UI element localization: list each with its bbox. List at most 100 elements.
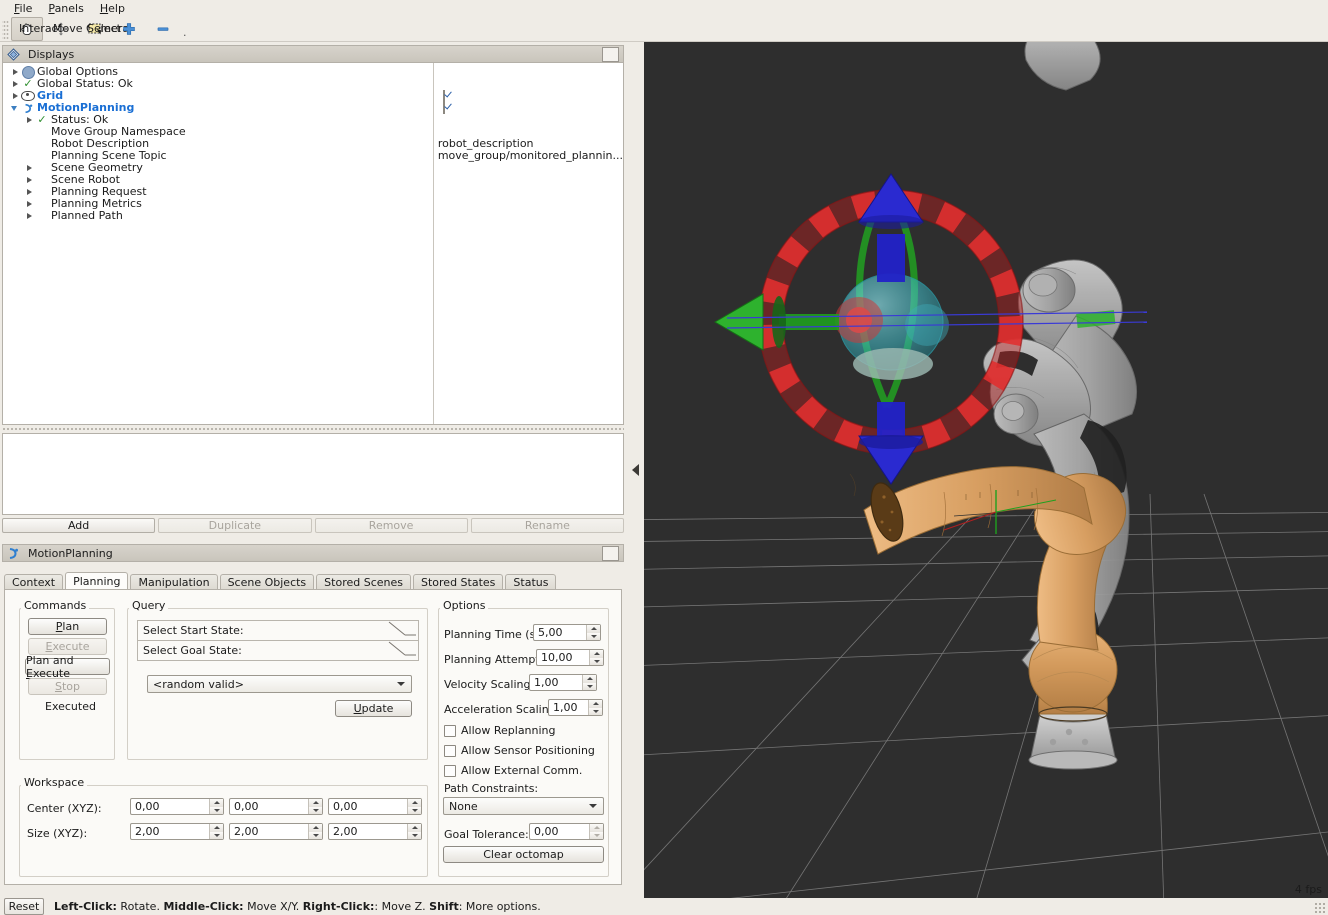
select-start-state-combo[interactable]: Select Start State:	[137, 620, 419, 641]
goal-state-expander-icon	[388, 641, 416, 661]
displays-tree-value	[434, 198, 623, 210]
stop-button[interactable]: Stop	[28, 678, 107, 695]
tree-expander-collapsed-icon[interactable]	[23, 162, 35, 174]
tree-expander-collapsed-icon[interactable]	[23, 174, 35, 186]
planning-attempts-label: Planning Attempts:	[444, 653, 550, 666]
acceleration-scaling-field[interactable]: 1,00	[548, 699, 603, 716]
command-status-label: Executed	[45, 700, 96, 713]
reset-button[interactable]: Reset	[4, 898, 44, 915]
3d-viewport[interactable]: 4 fps	[644, 42, 1328, 898]
planning-attempts-spinner[interactable]	[589, 650, 603, 665]
planning-attempts-field[interactable]: 10,00	[536, 649, 604, 666]
duplicate-display-button[interactable]: Duplicate	[158, 518, 312, 533]
workspace-size-y[interactable]: 2,00	[229, 823, 323, 840]
tree-expander-collapsed-icon[interactable]	[23, 186, 35, 198]
goal-tolerance-field[interactable]: 0,00	[529, 823, 604, 840]
workspace-size-z-spinner[interactable]	[407, 824, 421, 839]
menu-bar: File Panels Help	[0, 0, 1328, 16]
check-icon: ✓	[23, 77, 33, 90]
allow-replanning-row[interactable]: Allow Replanning	[444, 724, 556, 737]
allow-external-comm-row[interactable]: Allow External Comm.	[444, 764, 582, 777]
planning-time-spinner[interactable]	[586, 625, 600, 640]
workspace-size-x-spinner[interactable]	[209, 824, 223, 839]
toolbar-grip[interactable]	[2, 18, 9, 39]
display-enabled-checkbox[interactable]	[434, 90, 623, 102]
velocity-scaling-value: 1,00	[534, 676, 559, 689]
remove-display-button[interactable]: Remove	[314, 518, 468, 533]
toolbar-overflow-dot[interactable]: .	[183, 26, 187, 39]
tab-status[interactable]: Status	[505, 574, 557, 590]
plan-and-execute-button[interactable]: Plan and Execute	[25, 654, 110, 680]
displays-splitter[interactable]	[2, 425, 624, 432]
workspace-center-x-value: 0,00	[135, 800, 160, 813]
tab-manipulation[interactable]: Manipulation	[130, 574, 218, 590]
menu-panels[interactable]: Panels	[40, 1, 91, 16]
goal-state-value-combo[interactable]: <random valid>	[147, 675, 412, 693]
tab-stored-scenes[interactable]: Stored Scenes	[316, 574, 411, 590]
workspace-center-z-spinner[interactable]	[407, 799, 421, 814]
displays-tree-value: move_group/monitored_plannin...	[437, 150, 623, 162]
update-button[interactable]: Update	[335, 700, 412, 717]
select-goal-state-combo[interactable]: Select Goal State:	[137, 640, 419, 661]
tree-expander-expanded-icon[interactable]	[9, 102, 21, 114]
velocity-scaling-spinner[interactable]	[582, 675, 596, 690]
select-goal-state-label: Select Goal State:	[143, 644, 242, 657]
tab-planning[interactable]: Planning	[65, 572, 129, 590]
query-legend: Query	[129, 599, 169, 612]
displays-tree-row[interactable]: ✓ Global Status: Ok	[3, 78, 433, 90]
add-display-button[interactable]: Add	[2, 518, 156, 533]
path-constraints-label: Path Constraints:	[444, 782, 539, 795]
allow-sensor-positioning-row[interactable]: Allow Sensor Positioning	[444, 744, 595, 757]
tree-expander-collapsed-icon[interactable]	[9, 90, 21, 102]
allow-sensor-positioning-checkbox[interactable]	[444, 744, 456, 757]
hint-action: : Move Z.	[374, 900, 430, 913]
clear-octomap-button[interactable]: Clear octomap	[443, 846, 604, 863]
resize-grip[interactable]	[1314, 902, 1326, 914]
workspace-center-z[interactable]: 0,00	[328, 798, 422, 815]
path-constraints-combo[interactable]: None	[443, 797, 604, 815]
planning-attempts-value: 10,00	[541, 651, 573, 664]
workspace-center-y-spinner[interactable]	[308, 799, 322, 814]
plan-button[interactable]: Plan	[28, 618, 107, 635]
allow-replanning-checkbox[interactable]	[444, 724, 456, 737]
motionplanning-float-button[interactable]	[602, 545, 619, 561]
tree-expander-collapsed-icon[interactable]	[23, 114, 35, 126]
motionplanning-title: MotionPlanning	[28, 546, 113, 560]
chevron-down-icon-path-constraints	[589, 804, 597, 808]
tree-expander-collapsed-icon[interactable]	[9, 78, 21, 90]
tab-scene-objects[interactable]: Scene Objects	[219, 574, 315, 590]
workspace-size-z[interactable]: 2,00	[328, 823, 422, 840]
motion-planning-icon	[7, 547, 23, 560]
displays-tree-value	[434, 126, 623, 138]
display-enabled-checkbox[interactable]	[434, 102, 623, 114]
planning-time-field[interactable]: 5,00	[533, 624, 601, 641]
start-state-expander-icon	[388, 621, 416, 641]
tool-interact[interactable]: Interact	[11, 16, 62, 41]
menu-help[interactable]: Help	[92, 1, 133, 16]
workspace-size-y-spinner[interactable]	[308, 824, 322, 839]
minus-icon	[155, 21, 171, 37]
tree-expander-collapsed-icon[interactable]	[23, 198, 35, 210]
allow-external-comm-label: Allow External Comm.	[461, 764, 583, 777]
tab-stored-states[interactable]: Stored States	[413, 574, 504, 590]
rename-display-button[interactable]: Rename	[470, 518, 624, 533]
menu-file[interactable]: File	[6, 1, 40, 16]
acceleration-scaling-spinner[interactable]	[588, 700, 602, 715]
velocity-scaling-field[interactable]: 1,00	[529, 674, 597, 691]
tree-expander-collapsed-icon[interactable]	[23, 210, 35, 222]
tree-expander-collapsed-icon[interactable]	[9, 66, 21, 78]
execute-button[interactable]: Execute	[28, 638, 107, 655]
left-panel-collapse-handle[interactable]	[628, 42, 642, 898]
displays-float-button[interactable]	[602, 46, 619, 62]
hint-key: Middle-Click:	[163, 900, 244, 913]
tab-context[interactable]: Context	[4, 574, 64, 590]
workspace-center-x-spinner[interactable]	[209, 799, 223, 814]
allow-external-comm-checkbox[interactable]	[444, 764, 456, 777]
goal-tolerance-spinner[interactable]	[589, 824, 603, 839]
displays-tree[interactable]: Global Options ✓ Global Status: Ok Grid Moti…	[2, 62, 624, 425]
tool-remove[interactable]	[147, 17, 179, 41]
displays-tree-row[interactable]: Planned Path	[3, 210, 433, 222]
workspace-center-x[interactable]: 0,00	[130, 798, 224, 815]
workspace-center-y[interactable]: 0,00	[229, 798, 323, 815]
workspace-size-x[interactable]: 2,00	[130, 823, 224, 840]
